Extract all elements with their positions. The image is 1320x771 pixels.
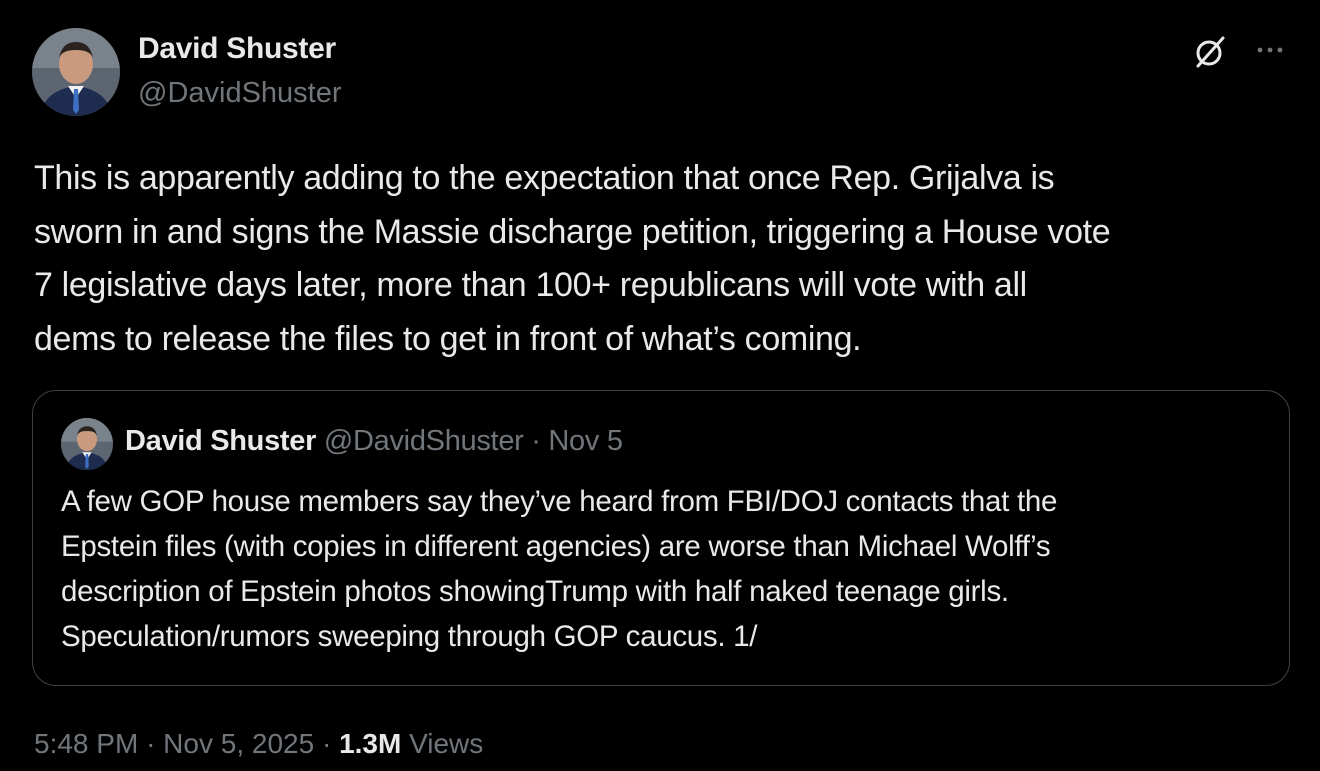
quoted-tweet-header: David Shuster @DavidShuster · Nov 5: [125, 425, 623, 458]
separator: ·: [321, 728, 332, 759]
tweet-meta: 5:48 PM · Nov 5, 2025 · 1.3M Views: [34, 728, 483, 760]
quoted-tweet[interactable]: David Shuster @DavidShuster · Nov 5 A fe…: [32, 390, 1290, 686]
quoted-text-line: A few GOP house members say they’ve hear…: [61, 485, 1058, 518]
quoted-author-name: David Shuster: [125, 425, 317, 457]
tweet-text-line: sworn in and signs the Massie discharge …: [34, 212, 1111, 251]
quoted-author-handle: @DavidShuster: [323, 425, 524, 457]
tweet-date[interactable]: Nov 5, 2025: [163, 728, 314, 759]
separator: ·: [531, 425, 541, 457]
quoted-text-line: Speculation/rumors sweeping through GOP …: [61, 620, 758, 653]
tweet-text: This is apparently adding to the expecta…: [34, 152, 1304, 366]
quoted-text-line: description of Epstein photos showingTru…: [61, 575, 1009, 608]
tweet-time[interactable]: 5:48 PM: [34, 728, 138, 759]
views-count[interactable]: 1.3M: [339, 728, 401, 759]
views-label[interactable]: Views: [409, 728, 483, 759]
author-avatar[interactable]: [32, 28, 120, 116]
tweet-text-line: 7 legislative days later, more than 100+…: [34, 266, 1027, 304]
tweet: David Shuster @DavidShuster This is appa…: [0, 0, 1320, 771]
tweet-text-line: dems to release the files to get in fron…: [34, 319, 862, 358]
quoted-tweet-date: Nov 5: [548, 425, 623, 457]
quoted-text-line: Epstein files (with copies in different …: [61, 530, 1051, 563]
author-handle[interactable]: @DavidShuster: [138, 77, 342, 110]
quoted-tweet-text: A few GOP house members say they’ve hear…: [61, 479, 1271, 659]
tweet-text-line: This is apparently adding to the expecta…: [34, 159, 1055, 197]
grok-icon[interactable]: [1192, 34, 1228, 70]
author-name[interactable]: David Shuster: [138, 32, 336, 66]
more-icon[interactable]: [1252, 38, 1288, 62]
quoted-author-avatar: [61, 418, 113, 470]
separator: ·: [146, 728, 156, 759]
